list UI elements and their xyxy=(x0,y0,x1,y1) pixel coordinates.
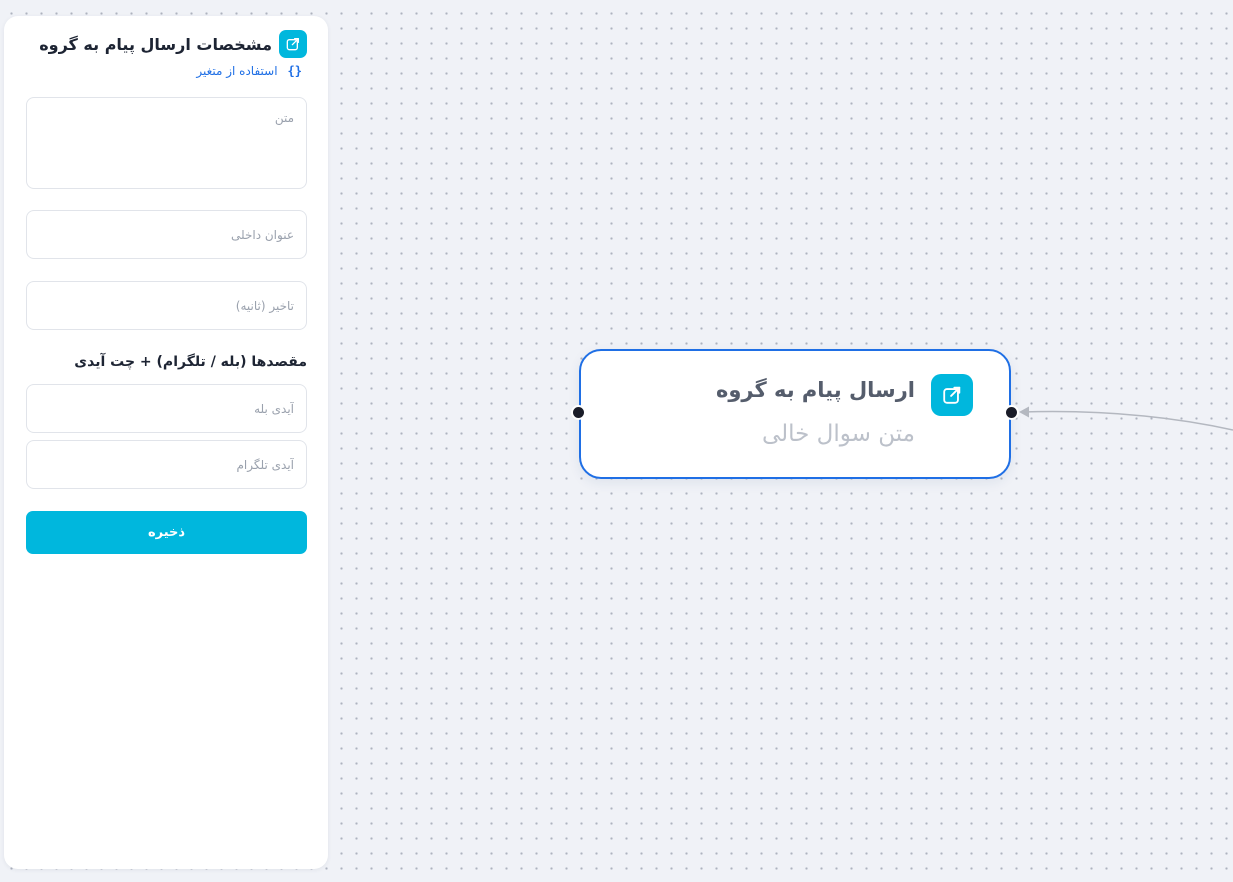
node-input-handle[interactable] xyxy=(571,405,586,420)
panel-title: مشخصات ارسال پیام به گروه xyxy=(39,34,272,54)
share-icon xyxy=(931,374,973,416)
edge-arrowhead xyxy=(1019,406,1029,418)
use-variable-link[interactable]: {} استفاده از متغیر xyxy=(196,64,302,78)
panel-header: مشخصات ارسال پیام به گروه xyxy=(39,30,307,58)
node-title: ارسال پیام به گروه xyxy=(715,378,915,402)
node-output-handle[interactable] xyxy=(1004,405,1019,420)
delay-seconds-input[interactable] xyxy=(26,281,307,330)
send-group-message-node[interactable]: ارسال پیام به گروه متن سوال خالی xyxy=(579,349,1011,479)
telegram-id-input[interactable] xyxy=(26,440,307,489)
bale-id-input[interactable] xyxy=(26,384,307,433)
use-variable-label: استفاده از متغیر xyxy=(196,64,278,78)
save-button[interactable]: ذخیره xyxy=(26,511,307,554)
message-text-input[interactable] xyxy=(26,97,307,189)
destinations-heading: مقصدها (بله / تلگرام) + چت آیدی xyxy=(74,354,307,370)
share-icon xyxy=(279,30,307,58)
braces-icon: {} xyxy=(287,64,302,78)
internal-title-input[interactable] xyxy=(26,210,307,259)
properties-panel: مشخصات ارسال پیام به گروه {} استفاده از … xyxy=(4,16,328,869)
node-subtitle: متن سوال خالی xyxy=(761,421,915,447)
